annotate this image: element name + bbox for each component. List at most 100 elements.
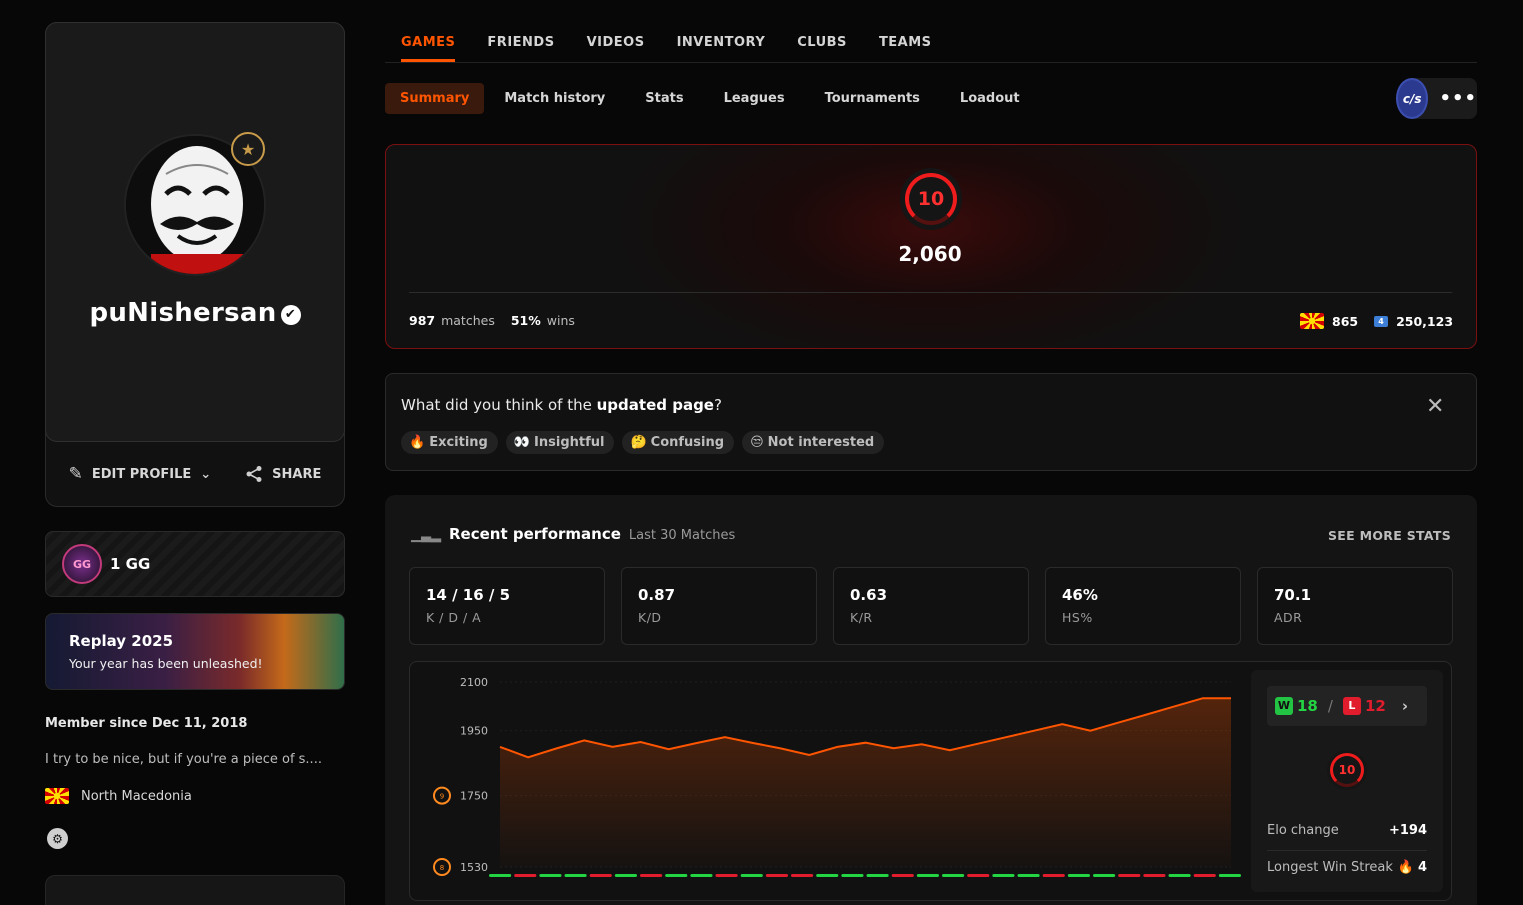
match-result-win[interactable] [1093,874,1116,877]
feedback-option-label: Insightful [534,435,605,450]
feedback-not-interested-button[interactable]: 😒 Not interested [742,431,885,454]
match-result-win[interactable] [866,874,889,877]
elo-point[interactable] [695,741,699,745]
elo-point[interactable] [526,755,530,759]
elo-point[interactable] [976,742,980,746]
feedback-card [385,373,1477,471]
feedback-insightful-button[interactable]: 👀 Insightful [505,431,615,454]
elo-point[interactable] [779,747,783,751]
y-tick-label: 1950 [460,725,488,738]
win-loss-button[interactable]: W 18 / L 12 › [1267,686,1427,726]
match-result-win[interactable] [539,874,562,877]
subtab-leagues[interactable]: Leagues [704,83,805,114]
match-result-loss[interactable] [1143,874,1166,877]
match-result-loss[interactable] [715,874,738,877]
win-badge: W [1275,697,1293,715]
performance-title: Recent performance [449,525,621,543]
match-result-win[interactable] [916,874,939,877]
match-result-win[interactable] [816,874,839,877]
elo-point[interactable] [835,745,839,749]
match-result-win[interactable] [665,874,688,877]
match-result-loss[interactable] [1193,874,1216,877]
elo-point[interactable] [864,741,868,745]
elo-point[interactable] [948,748,952,752]
username-heading: puNishersan ✔ [45,298,345,328]
stat-hs: 46% HS% [1045,567,1241,645]
match-result-loss[interactable] [514,874,537,877]
tab-teams[interactable]: TEAMS [879,22,932,62]
match-result-win[interactable] [1017,874,1040,877]
subtab-match-history[interactable]: Match history [484,83,625,114]
match-result-win[interactable] [690,874,713,877]
wins-label: wins [546,313,575,328]
feedback-confusing-button[interactable]: 🤔 Confusing [622,431,735,454]
elo-point[interactable] [1201,696,1205,700]
elo-point[interactable] [1060,722,1064,726]
elo-point[interactable] [498,745,502,749]
match-result-loss[interactable] [1118,874,1141,877]
elo-point[interactable] [1229,696,1233,700]
match-result-win[interactable] [564,874,587,877]
region-rank[interactable]: 250,123 [1396,314,1453,329]
match-result-win[interactable] [1218,874,1241,877]
match-result-loss[interactable] [1042,874,1065,877]
steam-icon[interactable]: ⚙ [47,828,68,849]
replay-banner[interactable] [45,613,345,690]
feedback-exciting-button[interactable]: 🔥 Exciting [401,431,498,454]
match-result-loss[interactable] [967,874,990,877]
edit-profile-button[interactable]: ✎ EDIT PROFILE ⌄ [69,464,212,484]
elo-point[interactable] [723,735,727,739]
elo-point[interactable] [1032,729,1036,733]
subtab-summary[interactable]: Summary [385,83,485,114]
stat-kr: 0.63 K/R [833,567,1029,645]
match-result-loss[interactable] [640,874,663,877]
elo-point[interactable] [1088,729,1092,733]
match-result-win[interactable] [614,874,637,877]
elo-point[interactable] [582,738,586,742]
elo-point[interactable] [1117,721,1121,725]
match-result-win[interactable] [1067,874,1090,877]
bar-chart-icon: ▁▃▂ [411,528,441,543]
tab-friends[interactable]: FRIENDS [487,22,554,62]
match-result-loss[interactable] [589,874,612,877]
elo-point[interactable] [554,747,558,751]
game-selector[interactable]: c/s ••• [1396,78,1477,119]
username: puNishersan [89,298,277,328]
elo-point[interactable] [807,753,811,757]
match-result-loss[interactable] [891,874,914,877]
match-result-loss[interactable] [791,874,814,877]
match-result-win[interactable] [841,874,864,877]
share-button[interactable]: SHARE [245,465,321,483]
elo-point[interactable] [920,742,924,746]
feedback-option-label: Confusing [650,435,725,450]
match-result-win[interactable] [942,874,965,877]
match-result-loss[interactable] [765,874,788,877]
subtab-stats[interactable]: Stats [625,83,703,114]
match-result-win[interactable] [1168,874,1191,877]
country-rank[interactable]: 865 [1332,314,1358,329]
elo-point[interactable] [1145,712,1149,716]
elo-point[interactable] [639,740,643,744]
elo-point[interactable] [751,741,755,745]
gg-card[interactable]: GG 1 GG [45,531,345,597]
elo-point[interactable] [667,747,671,751]
subtab-tournaments[interactable]: Tournaments [805,83,940,114]
close-feedback-button[interactable]: ✕ [1426,394,1444,419]
match-result-win[interactable] [992,874,1015,877]
elo-point[interactable] [1173,704,1177,708]
tab-games[interactable]: GAMES [401,22,456,62]
tab-clubs[interactable]: CLUBS [797,22,847,62]
main-nav: GAMES FRIENDS VIDEOS INVENTORY CLUBS TEA… [385,22,1477,63]
elo-point[interactable] [610,745,614,749]
tab-videos[interactable]: VIDEOS [587,22,645,62]
pencil-icon: ✎ [68,464,83,484]
see-more-stats-link[interactable]: SEE MORE STATS [1328,528,1451,543]
elo-point[interactable] [1004,735,1008,739]
more-options-button[interactable]: ••• [1439,88,1477,109]
match-result-win[interactable] [489,874,512,877]
performance-header: ▁▃▂ Recent performance Last 30 Matches [411,525,735,543]
match-result-win[interactable] [740,874,763,877]
tab-inventory[interactable]: INVENTORY [677,22,766,62]
subtab-loadout[interactable]: Loadout [940,83,1040,114]
elo-point[interactable] [892,746,896,750]
